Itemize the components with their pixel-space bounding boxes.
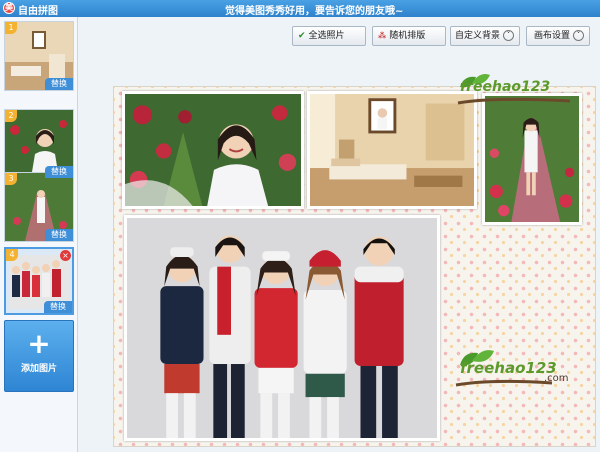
- chevron-down-icon: ˅: [503, 30, 515, 41]
- thumbnail-number: 4: [6, 249, 18, 261]
- add-photo-button[interactable]: + 添加图片: [4, 320, 74, 392]
- remove-photo-close-icon[interactable]: ×: [60, 250, 71, 261]
- replace-button[interactable]: 替换: [45, 78, 73, 90]
- thumbnail-2[interactable]: 2 替换: [4, 109, 74, 179]
- thumbnail-3[interactable]: 3 替换: [4, 172, 74, 242]
- title-bar: 美 自由拼图 觉得美图秀秀好用，要告诉您的朋友哦~: [0, 0, 600, 17]
- thumbnail-number: 2: [5, 110, 17, 122]
- app-logo-icon: 美: [3, 2, 15, 14]
- select-all-label: 全选照片: [308, 31, 345, 41]
- photo-image: [310, 94, 474, 206]
- replace-button[interactable]: 替换: [45, 166, 73, 178]
- collage-photo-2[interactable]: [307, 91, 477, 209]
- replace-button[interactable]: 替换: [44, 301, 72, 313]
- watermark-suffix: .com: [544, 373, 569, 384]
- canvas-settings-label: 画布设置: [534, 31, 571, 41]
- watermark-brand: freehao123: [460, 359, 557, 377]
- collage-photo-4[interactable]: [124, 215, 440, 441]
- select-all-button[interactable]: ✔ 全选照片: [292, 26, 366, 46]
- chevron-down-icon: ˅: [573, 30, 585, 41]
- thumbnail-1[interactable]: 1 替换: [4, 21, 74, 91]
- canvas-settings-dropdown[interactable]: 画布设置 ˅: [526, 26, 590, 46]
- photo-image: [127, 218, 437, 438]
- watermark-top: freehao123: [454, 67, 574, 107]
- thumbnail-number: 3: [5, 173, 17, 185]
- watermark-brand: freehao123: [460, 79, 551, 95]
- custom-background-label: 自定义背景: [455, 31, 501, 41]
- random-layout-label: 随机排版: [389, 31, 426, 41]
- photo-image: [485, 96, 579, 222]
- random-layout-button[interactable]: ⁂ 随机排版: [372, 26, 446, 46]
- plus-icon: +: [27, 327, 51, 360]
- add-photo-label: 添加图片: [20, 364, 57, 374]
- watermark-bottom: freehao123 .com: [452, 345, 582, 389]
- promo-text[interactable]: 觉得美图秀秀好用，要告诉您的朋友哦~: [225, 2, 403, 17]
- custom-background-dropdown[interactable]: 自定义背景 ˅: [450, 26, 520, 46]
- collage-canvas[interactable]: freehao123 freehao123 .com: [113, 74, 596, 447]
- photo-image: [125, 94, 301, 206]
- collage-photo-3[interactable]: [482, 93, 582, 225]
- app-title: 自由拼图: [18, 6, 58, 17]
- collage-photo-1[interactable]: [122, 91, 304, 209]
- replace-button[interactable]: 替换: [45, 229, 73, 241]
- checkmark-icon: ✔: [298, 31, 306, 41]
- thumbnail-4[interactable]: 4 × 替换: [4, 247, 74, 315]
- photo-sidebar: 1 替换 2 替换 3 替换 4 × 替换 + 添加图片: [0, 17, 78, 452]
- thumbnail-number: 1: [5, 22, 17, 34]
- shuffle-icon: ⁂: [378, 31, 387, 40]
